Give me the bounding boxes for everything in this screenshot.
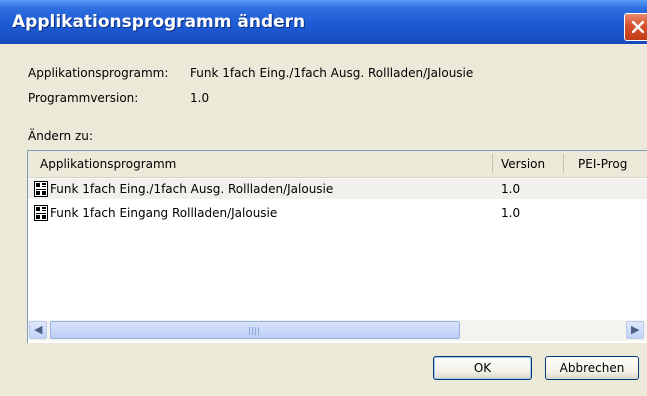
dialog-window: Applikationsprogramm ändern Applikations… — [0, 0, 647, 396]
column-separator[interactable] — [563, 154, 564, 173]
close-icon — [632, 21, 644, 33]
column-header-version[interactable]: Version — [501, 157, 545, 171]
list-header: Applikationsprogramm Version PEI-Prog — [28, 151, 647, 178]
change-to-label: Ändern zu: — [28, 129, 93, 143]
scroll-right-icon: ▶ — [631, 323, 640, 336]
window-title: Applikationsprogramm ändern — [12, 12, 306, 32]
scroll-left-icon: ◀ — [34, 323, 43, 336]
app-label: Applikationsprogramm: — [28, 66, 169, 80]
column-separator[interactable] — [492, 154, 493, 173]
application-program-icon — [34, 181, 48, 197]
cancel-button[interactable]: Abbrechen — [545, 356, 639, 380]
application-name: Funk 1fach Eing./1fach Ausg. Rollladen/J… — [50, 182, 334, 196]
scroll-left-button[interactable]: ◀ — [29, 321, 47, 339]
scrollbar-grip — [249, 327, 259, 335]
scrollbar-thumb[interactable] — [50, 321, 460, 339]
application-program-icon — [34, 205, 48, 221]
application-version: 1.0 — [501, 206, 521, 220]
ok-button[interactable]: OK — [433, 356, 532, 380]
scroll-right-button[interactable]: ▶ — [626, 321, 644, 339]
horizontal-scrollbar[interactable]: ◀ ▶ — [28, 320, 647, 341]
application-name: Funk 1fach Eingang Rollladen/Jalousie — [50, 206, 278, 220]
list-item[interactable]: Funk 1fach Eingang Rollladen/Jalousie 1.… — [28, 203, 647, 223]
column-header-pei[interactable]: PEI-Prog — [578, 157, 627, 171]
version-label: Programmversion: — [28, 91, 139, 105]
list-item[interactable]: Funk 1fach Eing./1fach Ausg. Rollladen/J… — [28, 179, 647, 199]
application-list[interactable]: Applikationsprogramm Version PEI-Prog Fu… — [27, 150, 647, 343]
app-value: Funk 1fach Eing./1fach Ausg. Rollladen/J… — [190, 66, 474, 80]
title-bar: Applikationsprogramm ändern — [0, 0, 647, 44]
close-button[interactable] — [624, 13, 647, 41]
column-header-application[interactable]: Applikationsprogramm — [40, 157, 176, 171]
version-value: 1.0 — [190, 91, 210, 105]
application-version: 1.0 — [501, 182, 521, 196]
